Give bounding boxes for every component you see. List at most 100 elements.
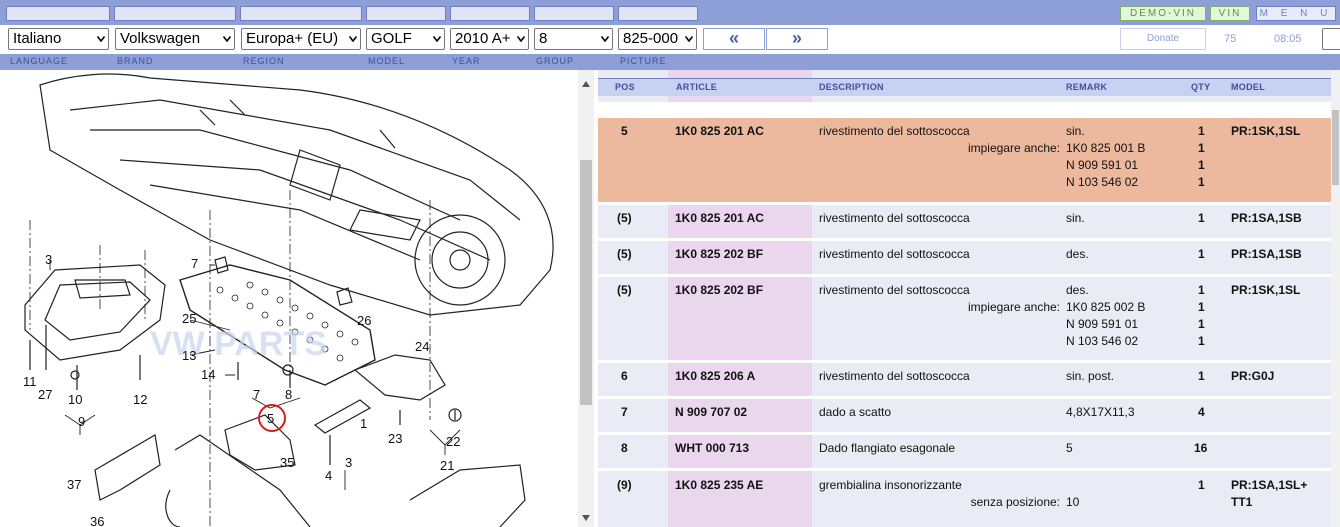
vin-button[interactable]: VIN xyxy=(1210,6,1250,21)
article-cell[interactable]: N 909 707 02 xyxy=(675,405,747,419)
group-select[interactable]: 8 xyxy=(534,28,613,50)
qty-cell: 1 xyxy=(1198,369,1205,383)
callout-number[interactable]: 3 xyxy=(45,252,52,267)
brand-select[interactable]: Volkswagen xyxy=(115,28,235,50)
remark-cell: 10 xyxy=(1066,495,1080,509)
nav-tab-brand[interactable] xyxy=(114,6,236,21)
model-cell: PR:G0J xyxy=(1231,369,1275,383)
remark-cell: des. xyxy=(1066,283,1089,297)
callout-number[interactable]: 3 xyxy=(345,455,352,470)
callout-number[interactable]: 23 xyxy=(388,431,402,446)
callout-number[interactable]: 25 xyxy=(182,311,196,326)
callout-number[interactable]: 7 xyxy=(191,256,198,271)
header-description: DESCRIPTION xyxy=(819,82,884,92)
chevron-down-icon xyxy=(223,36,231,42)
diagram-scrollbar[interactable] xyxy=(578,70,594,527)
table-row[interactable]: 8 WHT 000 713 Dado flangiato esagonale 5… xyxy=(598,435,1331,468)
year-select[interactable]: 2010 A+ xyxy=(450,28,529,50)
callout-number[interactable]: 1 xyxy=(360,416,367,431)
callout-number[interactable]: 37 xyxy=(67,477,81,492)
demo-vin-button[interactable]: DEMO-VIN xyxy=(1120,6,1206,21)
language-select[interactable]: Italiano xyxy=(8,28,109,50)
table-row[interactable]: 7 N 909 707 02 dado a scatto 4,8X17X11,3… xyxy=(598,399,1331,432)
region-label: REGION xyxy=(243,56,285,66)
article-cell[interactable]: 1K0 825 201 AC xyxy=(675,124,764,138)
remark-cell: N 909 591 01 xyxy=(1066,317,1139,331)
callout-number[interactable]: 35 xyxy=(280,455,294,470)
table-row[interactable]: (9) 1K0 825 235 AE grembialina insonoriz… xyxy=(598,471,1331,527)
callout-number[interactable]: 24 xyxy=(415,339,429,354)
qty-cell: 1 xyxy=(1198,317,1205,331)
clock-text: 08:05 xyxy=(1274,33,1302,45)
scrollbar-thumb[interactable] xyxy=(580,160,592,405)
parts-diagram[interactable]: VW PARTS 3 7 25 13 14 11 27 10 9 12 7 8 … xyxy=(0,70,577,527)
callout-number[interactable]: 8 xyxy=(285,387,292,402)
callout-number[interactable]: 11 xyxy=(23,374,37,389)
article-cell[interactable]: 1K0 825 202 BF xyxy=(675,283,763,297)
search-input[interactable] xyxy=(1322,28,1340,50)
table-row[interactable]: 6 1K0 825 206 A rivestimento del sottosc… xyxy=(598,363,1331,396)
article-cell[interactable]: 1K0 825 206 A xyxy=(675,369,755,383)
callout-number[interactable]: 36 xyxy=(90,514,104,527)
article-cell[interactable]: WHT 000 713 xyxy=(675,441,749,455)
table-row[interactable]: (5) 1K0 825 202 BF rivestimento del sott… xyxy=(598,277,1331,360)
callout-number[interactable]: 27 xyxy=(38,387,52,402)
callout-number[interactable]: 26 xyxy=(357,313,371,328)
pos-cell: (5) xyxy=(617,211,632,225)
qty-cell: 1 xyxy=(1198,478,1205,492)
table-scrollbar[interactable] xyxy=(1331,70,1340,527)
donate-button[interactable]: Donate xyxy=(1120,28,1206,50)
scrollbar-thumb[interactable] xyxy=(1332,110,1339,185)
remark-cell: 1K0 825 001 B xyxy=(1066,141,1146,155)
table-row-selected[interactable]: 5 1K0 825 201 AC rivestimento del sottos… xyxy=(598,118,1331,202)
nav-tab-group[interactable] xyxy=(534,6,614,21)
brand-label: BRAND xyxy=(117,56,154,66)
description-cell: rivestimento del sottoscocca xyxy=(819,211,970,225)
callout-number[interactable]: 12 xyxy=(133,392,147,407)
picture-select[interactable]: 825-000 xyxy=(618,28,697,50)
pos-cell: 8 xyxy=(621,441,628,455)
callout-number[interactable]: 13 xyxy=(182,348,196,363)
pos-cell: (5) xyxy=(617,283,632,297)
qty-cell: 1 xyxy=(1198,283,1205,297)
nav-tab-region[interactable] xyxy=(240,6,362,21)
pos-cell: 7 xyxy=(621,405,628,419)
model-select[interactable]: GOLF xyxy=(366,28,445,50)
table-row[interactable]: (5) 1K0 825 202 BF rivestimento del sott… xyxy=(598,241,1331,274)
brand-select-value: Volkswagen xyxy=(120,30,201,47)
selector-labels: LANGUAGE BRAND REGION MODEL YEAR GROUP P… xyxy=(0,54,1340,70)
callout-number[interactable]: 21 xyxy=(440,458,454,473)
remark-cell: sin. xyxy=(1066,211,1085,225)
nav-tab-year[interactable] xyxy=(450,6,530,21)
article-cell[interactable]: 1K0 825 235 AE xyxy=(675,478,763,492)
callout-number[interactable]: 4 xyxy=(325,468,332,483)
previous-picture-button[interactable]: « xyxy=(703,28,765,50)
callout-number[interactable]: 22 xyxy=(446,434,460,449)
table-row[interactable]: (5) 1K0 825 201 AC rivestimento del sott… xyxy=(598,205,1331,238)
region-select[interactable]: Europa+ (EU) xyxy=(241,28,361,50)
next-picture-button[interactable]: » xyxy=(766,28,828,50)
remark-cell: sin. xyxy=(1066,124,1085,138)
model-select-value: GOLF xyxy=(371,30,412,47)
pos-cell: (5) xyxy=(617,247,632,261)
scroll-down-icon[interactable] xyxy=(581,514,591,522)
pos-cell: 6 xyxy=(621,369,628,383)
article-cell[interactable]: 1K0 825 201 AC xyxy=(675,211,764,225)
callout-number[interactable]: 9 xyxy=(78,414,85,429)
menu-button[interactable]: M E N U xyxy=(1256,6,1336,21)
callout-number[interactable]: 5 xyxy=(267,411,274,426)
scroll-up-icon[interactable] xyxy=(581,80,591,88)
callout-number[interactable]: 7 xyxy=(253,387,260,402)
callout-number[interactable]: 10 xyxy=(68,392,82,407)
model-cell: PR:1SA,1SB xyxy=(1231,247,1302,261)
article-cell[interactable]: 1K0 825 202 BF xyxy=(675,247,763,261)
description-cell: rivestimento del sottoscocca xyxy=(819,247,970,261)
header-remark: REMARK xyxy=(1066,82,1108,92)
nav-tab-picture[interactable] xyxy=(618,6,698,21)
description-cell: rivestimento del sottoscocca xyxy=(819,124,970,138)
qty-cell: 1 xyxy=(1198,175,1205,189)
nav-tab-model[interactable] xyxy=(366,6,446,21)
callout-number[interactable]: 14 xyxy=(201,367,215,382)
pos-cell: 5 xyxy=(621,124,628,138)
nav-tab-language[interactable] xyxy=(6,6,110,21)
